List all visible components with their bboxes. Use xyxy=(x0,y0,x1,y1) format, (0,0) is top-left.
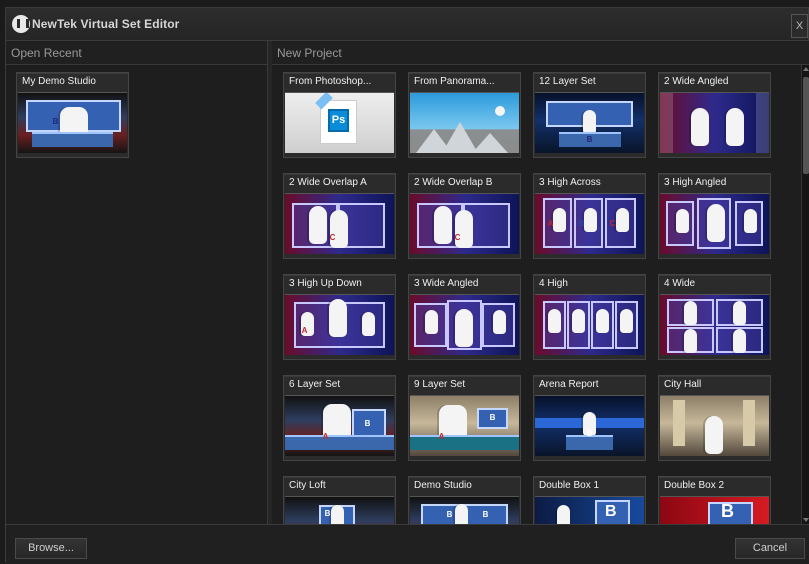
project-card-4-wide[interactable]: 4 Wide xyxy=(658,274,771,360)
sun-icon xyxy=(495,106,505,116)
project-label: 2 Wide Overlap A xyxy=(289,177,367,188)
title-bar: NewTek Virtual Set Editor X xyxy=(6,8,808,41)
panorama-thumbnail xyxy=(410,92,519,153)
project-card-from-photoshop[interactable]: From Photoshop... Ps xyxy=(283,72,396,158)
project-label: 4 High xyxy=(539,278,568,289)
project-card-3-high-up-down[interactable]: 3 High Up Down A xyxy=(283,274,396,360)
photoshop-icon: Ps xyxy=(328,109,349,132)
project-thumbnail xyxy=(410,294,519,355)
scrollbar-thumb[interactable] xyxy=(803,77,809,174)
project-label: Double Box 1 xyxy=(539,480,600,491)
window-title: NewTek Virtual Set Editor xyxy=(32,17,180,31)
project-card-arena-report[interactable]: Arena Report B xyxy=(533,375,646,461)
project-card-3-high-across[interactable]: 3 High Across ABC xyxy=(533,173,646,259)
project-label: Demo Studio xyxy=(414,480,472,491)
new-project-heading: New Project xyxy=(272,41,809,65)
project-thumbnail: AB xyxy=(285,395,394,456)
project-card-city-loft[interactable]: City Loft B xyxy=(283,476,396,524)
scroll-down-icon[interactable] xyxy=(803,518,809,522)
recent-project-label: My Demo Studio xyxy=(22,76,96,87)
project-label: Arena Report xyxy=(539,379,599,390)
scroll-up-icon[interactable] xyxy=(803,67,809,71)
project-card-6-layer-set[interactable]: 6 Layer Set AB xyxy=(283,375,396,461)
project-thumbnail: B xyxy=(285,496,394,524)
project-thumbnail: B xyxy=(535,496,644,524)
project-thumbnail xyxy=(535,294,644,355)
project-card-2-wide-overlap-b[interactable]: 2 Wide Overlap B C xyxy=(408,173,521,259)
close-button[interactable]: X xyxy=(791,14,808,38)
project-card-3-wide-angled[interactable]: 3 Wide Angled xyxy=(408,274,521,360)
project-thumbnail: C xyxy=(410,193,519,254)
project-label: 3 High Angled xyxy=(664,177,727,188)
project-thumbnail: B xyxy=(660,496,769,524)
project-card-demo-studio[interactable]: Demo Studio BB xyxy=(408,476,521,524)
project-label: City Loft xyxy=(289,480,326,491)
project-label: From Photoshop... xyxy=(289,76,372,87)
project-card-double-box-2[interactable]: Double Box 2 B xyxy=(658,476,771,524)
project-card-city-hall[interactable]: City Hall xyxy=(658,375,771,461)
project-thumbnail xyxy=(660,395,769,456)
project-card-3-high-angled[interactable]: 3 High Angled xyxy=(658,173,771,259)
cancel-button[interactable]: Cancel xyxy=(735,538,805,559)
project-card-double-box-1[interactable]: Double Box 1 B xyxy=(533,476,646,524)
project-label: 12 Layer Set xyxy=(539,76,596,87)
project-thumbnail: BB xyxy=(410,496,519,524)
project-label: 9 Layer Set xyxy=(414,379,466,390)
project-thumbnail: A xyxy=(285,294,394,355)
project-label: 4 Wide xyxy=(664,278,696,289)
project-card-12-layer-set[interactable]: 12 Layer Set B xyxy=(533,72,646,158)
recent-project-card[interactable]: My Demo Studio B xyxy=(16,72,129,158)
project-label: 3 High Up Down xyxy=(289,278,362,289)
project-card-from-panorama[interactable]: From Panorama... xyxy=(408,72,521,158)
newtek-logo-icon xyxy=(12,15,30,33)
project-thumbnail: B xyxy=(535,92,644,153)
project-card-2-wide-overlap-a[interactable]: 2 Wide Overlap A C xyxy=(283,173,396,259)
project-thumbnail: AB xyxy=(410,395,519,456)
new-project-grid[interactable]: From Photoshop... Ps From Panorama... 12… xyxy=(272,65,801,524)
project-card-2-wide-angled[interactable]: 2 Wide Angled xyxy=(658,72,771,158)
project-grid-scrollbar[interactable] xyxy=(801,65,809,524)
project-thumbnail: B xyxy=(535,395,644,456)
recent-project-thumbnail: B xyxy=(18,92,127,153)
project-thumbnail xyxy=(660,92,769,153)
project-label: 2 Wide Angled xyxy=(664,76,729,87)
photoshop-thumbnail: Ps xyxy=(285,92,394,153)
virtual-set-editor-window: NewTek Virtual Set Editor X Open Recent … xyxy=(5,7,809,564)
project-label: 3 Wide Angled xyxy=(414,278,479,289)
project-card-4-high[interactable]: 4 High xyxy=(533,274,646,360)
dialog-footer: Browse... Cancel xyxy=(6,524,809,564)
project-card-9-layer-set[interactable]: 9 Layer Set AB xyxy=(408,375,521,461)
project-label: 2 Wide Overlap B xyxy=(414,177,493,188)
open-recent-pane: My Demo Studio B xyxy=(6,65,268,524)
project-label: 6 Layer Set xyxy=(289,379,341,390)
project-label: City Hall xyxy=(664,379,702,390)
project-label: Double Box 2 xyxy=(664,480,725,491)
open-recent-heading: Open Recent xyxy=(6,41,268,65)
project-label: 3 High Across xyxy=(539,177,601,188)
project-thumbnail xyxy=(660,193,769,254)
project-label: From Panorama... xyxy=(414,76,495,87)
project-thumbnail: ABC xyxy=(535,193,644,254)
browse-button[interactable]: Browse... xyxy=(15,538,87,559)
project-thumbnail: C xyxy=(285,193,394,254)
project-thumbnail xyxy=(660,294,769,355)
